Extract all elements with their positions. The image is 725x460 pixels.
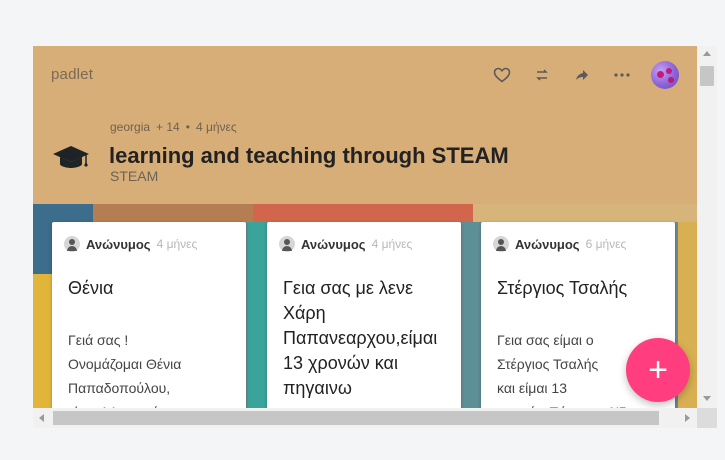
scroll-left-arrow-icon[interactable] bbox=[39, 414, 44, 422]
post-header: Ανώνυμος 6 μήνες bbox=[493, 236, 626, 252]
scrollbar-corner bbox=[697, 408, 717, 428]
padlet-age: 4 μήνες bbox=[195, 120, 237, 134]
post-age: 6 μήνες bbox=[585, 237, 627, 251]
post-body-line: Παπαδοπούλου, bbox=[68, 380, 171, 396]
header-actions bbox=[491, 61, 679, 89]
wall-texture bbox=[473, 204, 697, 222]
post-header: Ανώνυμος 4 μήνες bbox=[279, 236, 412, 252]
horizontal-scroll-thumb[interactable] bbox=[53, 411, 659, 425]
profile-avatar[interactable] bbox=[651, 61, 679, 89]
post-body-line: Ονομάζομαι Θένια bbox=[68, 356, 182, 372]
post-body: Γειά σας ! Ονομάζομαι Θένια Παπαδοπούλου… bbox=[68, 328, 238, 408]
post-author: Ανώνυμος bbox=[301, 236, 366, 252]
title-row: learning and teaching through STEAM bbox=[51, 142, 509, 170]
anonymous-user-icon bbox=[64, 236, 80, 252]
post-title: Θένια bbox=[68, 278, 114, 298]
scroll-right-arrow-icon[interactable] bbox=[685, 414, 690, 422]
page-title: learning and teaching through STEAM bbox=[109, 143, 509, 168]
post-title: Στέργιος Τσαλής bbox=[497, 278, 628, 298]
scroll-up-arrow-icon[interactable] bbox=[703, 51, 711, 56]
scroll-down-arrow-icon[interactable] bbox=[703, 396, 711, 401]
padlet-logo[interactable]: padlet bbox=[51, 66, 93, 83]
owner-name[interactable]: georgia bbox=[110, 120, 150, 134]
wall-background: Ανώνυμος 4 μήνες Θένια Γειά σας ! Ονομάζ… bbox=[33, 204, 697, 408]
horizontal-scrollbar[interactable] bbox=[33, 408, 697, 428]
post-age: 4 μήνες bbox=[156, 237, 198, 251]
meta-separator: • bbox=[185, 120, 190, 134]
post-header: Ανώνυμος 4 μήνες bbox=[64, 236, 197, 252]
wall-texture bbox=[93, 204, 253, 222]
padlet-header: padlet georgia + 14 • 4 μήνες learning a… bbox=[33, 46, 697, 204]
padlet-meta: georgia + 14 • 4 μήνες bbox=[110, 120, 237, 134]
post-body-line: χρονών Πάω στο Α'5 bbox=[497, 400, 667, 408]
more-icon[interactable] bbox=[611, 64, 633, 86]
page-subtitle: STEAM bbox=[110, 168, 159, 184]
remake-icon[interactable] bbox=[531, 64, 553, 86]
post-body-line: Γειά σας ! bbox=[68, 332, 129, 348]
vertical-scrollbar[interactable] bbox=[697, 46, 717, 408]
add-post-button[interactable]: + bbox=[626, 338, 690, 402]
contributors-count: + 14 bbox=[156, 120, 180, 134]
heart-icon[interactable] bbox=[491, 64, 513, 86]
post-age: 4 μήνες bbox=[371, 237, 413, 251]
wall-texture bbox=[253, 204, 473, 222]
graduation-cap-icon bbox=[53, 146, 89, 168]
anonymous-user-icon bbox=[279, 236, 295, 252]
post-card[interactable]: Ανώνυμος 4 μήνες Γεια σας με λενε Χάρη Π… bbox=[267, 222, 461, 408]
post-author: Ανώνυμος bbox=[86, 236, 151, 252]
post-title: Γεια σας με λενε Χάρη Παπανεαρχου,είμαι … bbox=[283, 278, 438, 398]
share-icon[interactable] bbox=[571, 64, 593, 86]
post-author: Ανώνυμος bbox=[515, 236, 580, 252]
padlet-frame: padlet georgia + 14 • 4 μήνες learning a… bbox=[33, 46, 697, 408]
post-body-line: είμαι 14 χρονών και bbox=[68, 400, 238, 408]
post-card[interactable]: Ανώνυμος 4 μήνες Θένια Γειά σας ! Ονομάζ… bbox=[52, 222, 246, 408]
vertical-scroll-thumb[interactable] bbox=[700, 66, 714, 86]
anonymous-user-icon bbox=[493, 236, 509, 252]
